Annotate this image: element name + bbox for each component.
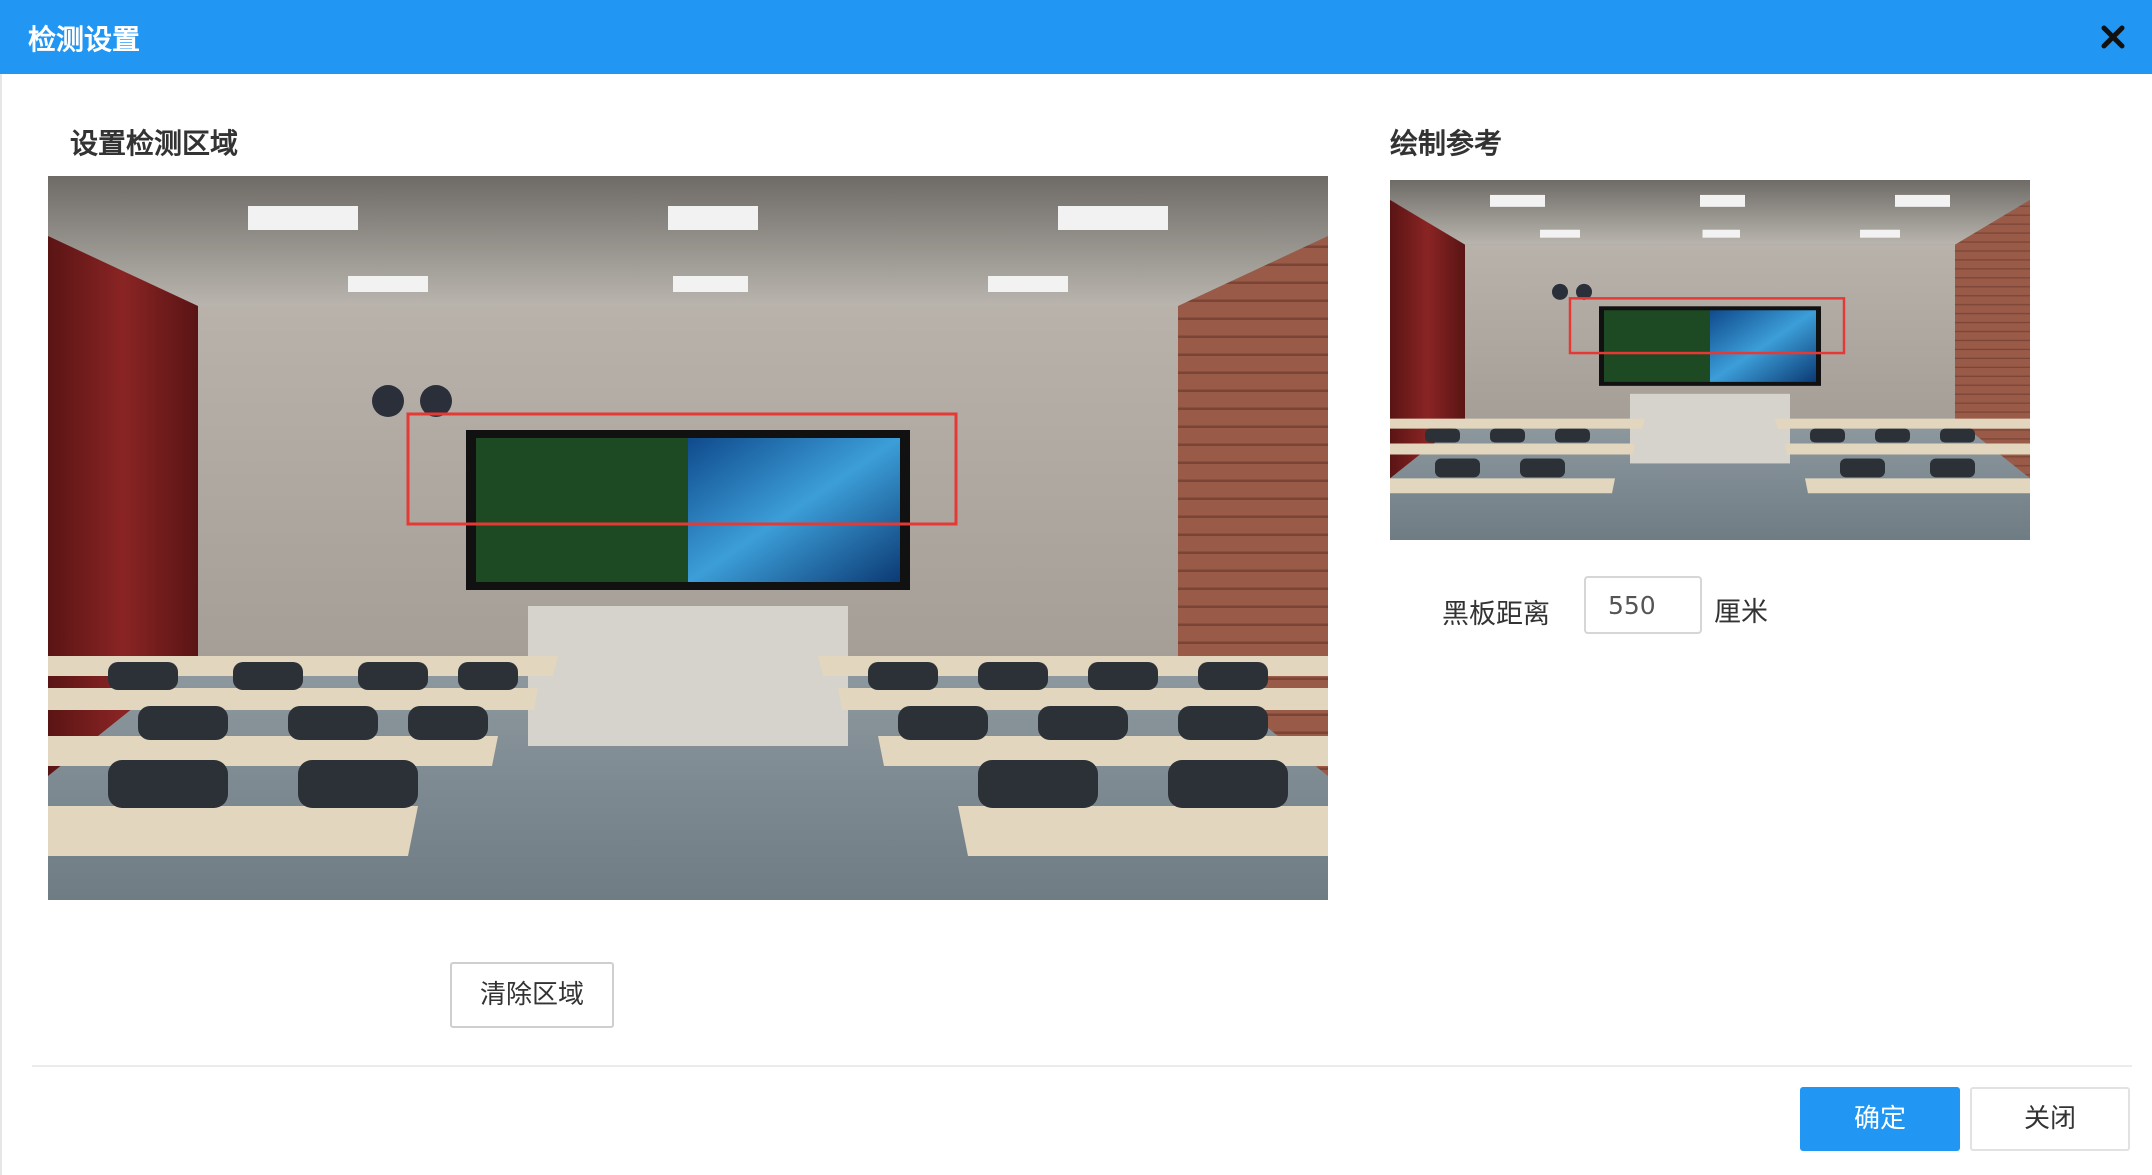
clear-region-button[interactable]: 清除区域 <box>450 962 614 1028</box>
dialog-titlebar: 检测设置 <box>0 0 2152 74</box>
close-icon[interactable] <box>2096 20 2130 54</box>
reference-image <box>1390 180 2030 540</box>
confirm-button[interactable]: 确定 <box>1800 1087 1960 1151</box>
drawing-reference-label: 绘制参考 <box>1390 127 1503 160</box>
blackboard-distance-input[interactable] <box>1584 576 1702 634</box>
blackboard-distance-label: 黑板距离 <box>1442 599 1550 630</box>
classroom-reference-image <box>1390 180 2030 540</box>
dialog-title: 检测设置 <box>28 23 141 56</box>
close-button[interactable]: 关闭 <box>1970 1087 2130 1151</box>
dialog-border <box>0 74 2 1175</box>
detection-region-label: 设置检测区域 <box>70 127 239 160</box>
classroom-scene-image <box>48 176 1328 900</box>
detection-region-canvas[interactable] <box>48 176 1328 900</box>
footer-divider <box>32 1065 2132 1067</box>
distance-unit-label: 厘米 <box>1714 597 1768 628</box>
